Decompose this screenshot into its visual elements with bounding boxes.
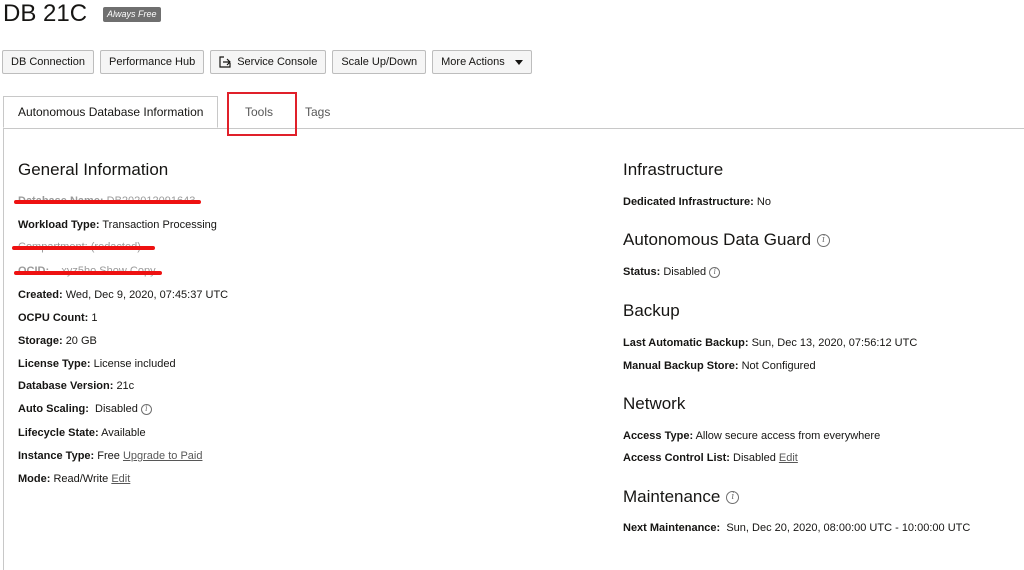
- last-automatic-backup-row: Last Automatic Backup: Sun, Dec 13, 2020…: [623, 336, 917, 350]
- auto-scaling-label: Auto Scaling:: [18, 403, 89, 415]
- workload-type-row: Workload Type: Transaction Processing: [18, 218, 217, 232]
- license-type-value: License included: [93, 358, 176, 370]
- instance-type-row: Instance Type: Free Upgrade to Paid: [18, 449, 202, 463]
- info-icon[interactable]: i: [817, 233, 831, 247]
- workload-type-value: Transaction Processing: [102, 219, 217, 231]
- redaction-mark: [14, 271, 162, 275]
- storage-row: Storage: 20 GB: [18, 334, 97, 348]
- created-value: Wed, Dec 9, 2020, 07:45:37 UTC: [65, 289, 229, 301]
- title-row: DB 21C Always Free: [3, 0, 161, 28]
- last-automatic-backup-value: Sun, Dec 13, 2020, 07:56:12 UTC: [751, 337, 918, 349]
- tab-tags-label: Tags: [305, 105, 331, 119]
- mode-row: Mode: Read/Write Edit: [18, 472, 130, 486]
- mode-label: Mode:: [18, 473, 51, 485]
- auto-scaling-value: Disabled: [95, 403, 138, 415]
- compartment-row: Compartment: (redacted): [12, 240, 155, 254]
- tab-autonomous-database-information[interactable]: Autonomous Database Information: [3, 96, 219, 128]
- ocpu-count-value: 1: [91, 312, 98, 324]
- maintenance-heading-text: Maintenance: [623, 487, 721, 506]
- last-automatic-backup-label: Last Automatic Backup:: [623, 337, 749, 349]
- general-information-heading: General Information: [18, 160, 169, 179]
- scale-up-down-label: Scale Up/Down: [341, 56, 418, 68]
- instance-type-label: Instance Type:: [18, 450, 95, 462]
- service-console-label: Service Console: [237, 56, 318, 68]
- next-maintenance-row: Next Maintenance: Sun, Dec 20, 2020, 08:…: [623, 521, 970, 535]
- access-control-list-label: Access Control List:: [623, 452, 730, 464]
- data-guard-status-value: Disabled: [663, 266, 707, 278]
- more-actions-button[interactable]: More Actions: [432, 50, 532, 74]
- lifecycle-state-label: Lifecycle State:: [18, 427, 99, 439]
- autonomous-data-guard-heading: Autonomous Data Guard i: [623, 230, 831, 250]
- page-title: DB 21C: [3, 0, 88, 27]
- access-type-value: Allow secure access from everywhere: [695, 430, 881, 442]
- db-connection-button[interactable]: DB Connection: [2, 50, 94, 74]
- service-console-button[interactable]: Service Console: [210, 50, 327, 74]
- access-type-label: Access Type:: [623, 430, 694, 442]
- info-icon[interactable]: i: [726, 490, 740, 504]
- external-link-icon: [219, 56, 232, 68]
- maintenance-heading: Maintenance i: [623, 487, 740, 507]
- data-guard-heading-text: Autonomous Data Guard: [623, 230, 812, 249]
- license-type-row: License Type: License included: [18, 357, 176, 371]
- db-connection-label: DB Connection: [11, 56, 85, 68]
- license-type-label: License Type:: [18, 358, 91, 370]
- mode-edit-link[interactable]: Edit: [111, 473, 130, 485]
- workload-type-label: Workload Type:: [18, 219, 100, 231]
- more-actions-label: More Actions: [441, 56, 505, 68]
- network-heading: Network: [623, 394, 686, 413]
- instance-type-value: Free: [97, 450, 120, 462]
- backup-heading: Backup: [623, 301, 680, 320]
- chevron-down-icon: [514, 59, 523, 65]
- ocid-row: OCID: ...xyz5ho Show Copy: [14, 264, 162, 278]
- redaction-mark: [12, 246, 155, 250]
- lifecycle-state-value: Available: [101, 427, 146, 439]
- database-name-row: Database Name: DB202012091643: [14, 194, 202, 208]
- infrastructure-heading: Infrastructure: [623, 160, 724, 179]
- tab-bar: Autonomous Database Information Tools Ta…: [3, 96, 1024, 129]
- dedicated-infrastructure-value: No: [756, 196, 771, 208]
- created-row: Created: Wed, Dec 9, 2020, 07:45:37 UTC: [18, 288, 228, 302]
- access-type-row: Access Type: Allow secure access from ev…: [623, 429, 880, 443]
- manual-backup-store-row: Manual Backup Store: Not Configured: [623, 359, 816, 373]
- data-guard-status-row: Status: Disabled i: [623, 265, 721, 279]
- content-left-border: [3, 128, 4, 570]
- data-guard-status-label: Status:: [623, 266, 661, 278]
- always-free-badge: Always Free: [103, 6, 161, 22]
- info-icon[interactable]: i: [709, 266, 721, 278]
- created-label: Created:: [18, 289, 63, 301]
- redaction-mark: [14, 200, 202, 204]
- tab-tags[interactable]: Tags: [305, 96, 330, 128]
- manual-backup-store-value: Not Configured: [741, 360, 816, 372]
- storage-value: 20 GB: [65, 335, 97, 347]
- info-icon[interactable]: i: [140, 403, 152, 415]
- manual-backup-store-label: Manual Backup Store:: [623, 360, 739, 372]
- upgrade-to-paid-link[interactable]: Upgrade to Paid: [123, 450, 203, 462]
- tab-info-label: Autonomous Database Information: [18, 105, 204, 119]
- ocpu-count-row: OCPU Count: 1: [18, 311, 97, 325]
- access-control-list-edit-link[interactable]: Edit: [779, 452, 798, 464]
- mode-value: Read/Write: [53, 473, 109, 485]
- database-version-value: 21c: [116, 380, 135, 392]
- access-control-list-row: Access Control List: Disabled Edit: [623, 451, 798, 465]
- performance-hub-button[interactable]: Performance Hub: [100, 50, 205, 74]
- scale-up-down-button[interactable]: Scale Up/Down: [332, 50, 427, 74]
- database-version-label: Database Version:: [18, 380, 114, 392]
- next-maintenance-label: Next Maintenance:: [623, 522, 721, 534]
- auto-scaling-row: Auto Scaling: Disabled i: [18, 402, 152, 416]
- next-maintenance-value: Sun, Dec 20, 2020, 08:00:00 UTC - 10:00:…: [726, 522, 971, 534]
- performance-hub-label: Performance Hub: [109, 56, 196, 68]
- dedicated-infrastructure-row: Dedicated Infrastructure: No: [623, 195, 771, 209]
- tools-tab-highlight-box: [227, 92, 297, 136]
- access-control-list-value: Disabled: [733, 452, 776, 464]
- action-toolbar: DB Connection Performance Hub Service Co…: [2, 50, 532, 74]
- database-version-row: Database Version: 21c: [18, 379, 134, 393]
- lifecycle-state-row: Lifecycle State: Available: [18, 426, 146, 440]
- ocpu-count-label: OCPU Count:: [18, 312, 89, 324]
- dedicated-infrastructure-label: Dedicated Infrastructure:: [623, 196, 754, 208]
- storage-label: Storage:: [18, 335, 63, 347]
